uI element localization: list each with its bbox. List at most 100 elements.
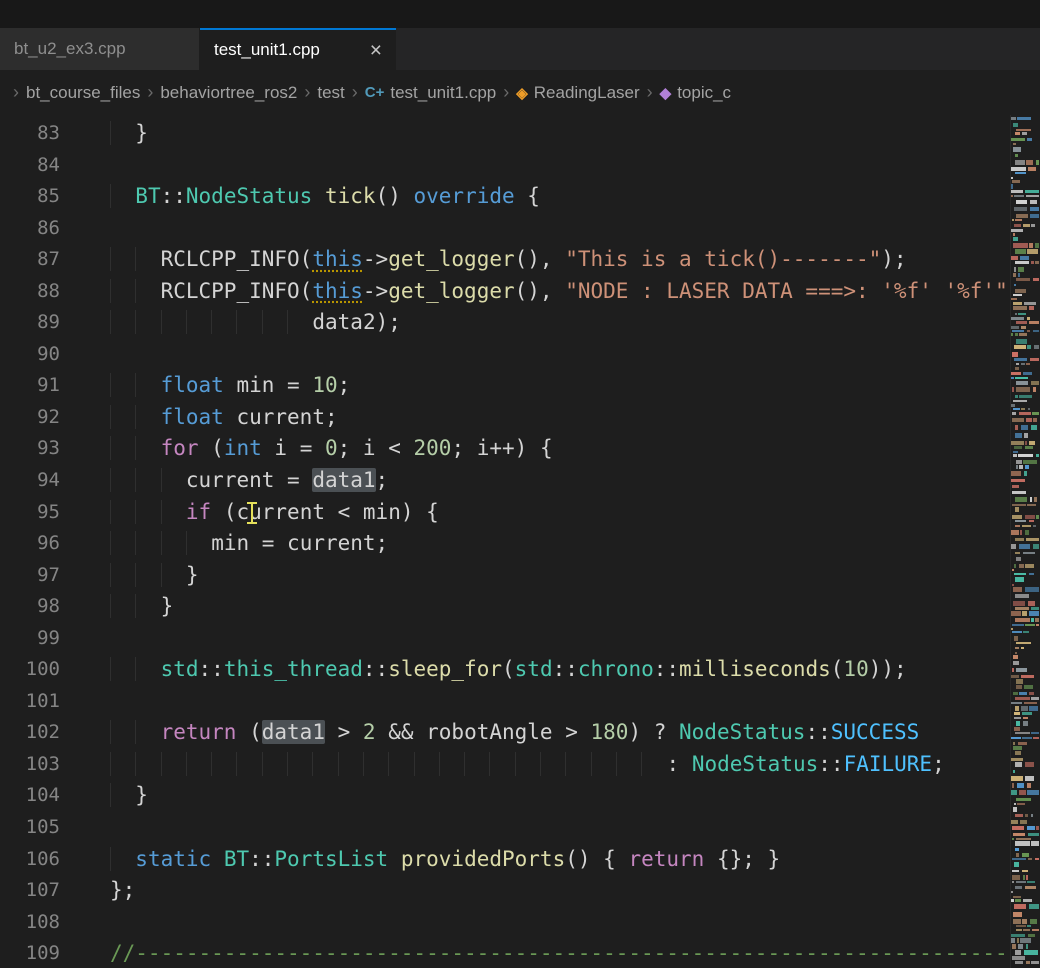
indent-guide [489, 752, 514, 776]
minimap-stripe [1015, 618, 1030, 622]
code-token: -> [363, 279, 388, 303]
minimap-stripe [1025, 886, 1036, 889]
code-line[interactable]: 100 std::this_thread::sleep_for(std::chr… [0, 654, 1040, 686]
code-line[interactable]: 83 } [0, 118, 1040, 150]
code-line-content [110, 686, 1040, 718]
minimap-stripe [1012, 624, 1024, 626]
code-line[interactable]: 93 for (int i = 0; i < 200; i++) { [0, 433, 1040, 465]
minimap-stripe [1031, 961, 1039, 964]
line-number: 92 [0, 402, 60, 434]
indent-guide [211, 310, 236, 334]
code-line[interactable]: 102 return (data1 > 2 && robotAngle > 18… [0, 717, 1040, 749]
code-line-content: if (current < min) { [110, 497, 1040, 529]
minimap-stripe [1015, 899, 1021, 902]
code-line[interactable]: 108 [0, 907, 1040, 939]
minimap-stripe [1013, 147, 1021, 152]
line-number: 89 [0, 307, 60, 339]
breadcrumb-item-topic-c[interactable]: ◆topic_c [660, 83, 731, 103]
minimap-stripe [1022, 919, 1027, 924]
minimap-stripe [1016, 853, 1019, 857]
minimap-stripe [1035, 858, 1039, 860]
code-line[interactable]: 104 } [0, 780, 1040, 812]
code-line[interactable]: 109//-----------------------------------… [0, 938, 1040, 968]
code-line-content: } [110, 780, 1040, 812]
minimap-stripe [1012, 858, 1026, 860]
minimap-stripe [1025, 441, 1027, 445]
tab-bt-u2-ex3[interactable]: bt_u2_ex3.cpp [0, 28, 200, 70]
minimap[interactable] [1010, 115, 1040, 968]
breadcrumb-item-readinglaser[interactable]: ◈ReadingLaser [516, 83, 639, 103]
minimap-stripe [1011, 256, 1018, 260]
code-line[interactable]: 87 RCLCPP_INFO(this->get_logger(), "This… [0, 244, 1040, 276]
minimap-stripe [1013, 306, 1027, 310]
code-line[interactable]: 107}; [0, 875, 1040, 907]
minimap-stripe [1026, 160, 1033, 165]
code-line[interactable]: 90 [0, 339, 1040, 371]
indent-guide [110, 720, 135, 744]
minimap-stripe [1012, 584, 1014, 586]
code-line-content: return (data1 > 2 && robotAngle > 180) ?… [110, 717, 1040, 749]
minimap-stripe [1011, 177, 1013, 179]
close-icon[interactable]: × [370, 40, 382, 61]
indent-guide [414, 752, 439, 776]
editor[interactable]: 83 }8485 BT::NodeStatus tick() override … [0, 115, 1040, 968]
code-line[interactable]: 103 : NodeStatus::FAILURE; [0, 749, 1040, 781]
code-token: NodeStatus [186, 184, 312, 208]
code-line[interactable]: 91 float min = 10; [0, 370, 1040, 402]
code-line[interactable]: 89 data2); [0, 307, 1040, 339]
code-token: return [161, 720, 237, 744]
breadcrumb-item-test-unit1-cpp[interactable]: C+test_unit1.cpp [365, 83, 496, 103]
minimap-stripe [1012, 412, 1016, 415]
minimap-stripe [1026, 961, 1030, 964]
code-line[interactable]: 99 [0, 623, 1040, 655]
line-number: 105 [0, 812, 60, 844]
minimap-stripe [1016, 465, 1018, 469]
minimap-stripe [1011, 702, 1022, 704]
minimap-stripe [1017, 803, 1025, 805]
breadcrumb-item-test[interactable]: test [317, 83, 344, 103]
minimap-stripe [1016, 278, 1030, 281]
breadcrumb-label: topic_c [677, 83, 731, 103]
minimap-stripe [1015, 395, 1018, 398]
code-line[interactable]: 96 min = current; [0, 528, 1040, 560]
minimap-stripe [1029, 441, 1035, 445]
code-line[interactable]: 94 current = data1; [0, 465, 1040, 497]
minimap-stripe [1029, 692, 1034, 695]
minimap-stripe [1015, 497, 1027, 502]
minimap-stripe [1024, 302, 1036, 305]
tab-test-unit1[interactable]: test_unit1.cpp × [200, 28, 396, 70]
code-line[interactable]: 97 } [0, 560, 1040, 592]
line-number: 90 [0, 339, 60, 371]
code-token: :: [199, 657, 224, 681]
minimap-stripe [1015, 950, 1021, 955]
minimap-stripe [1015, 377, 1028, 379]
code-line[interactable]: 101 [0, 686, 1040, 718]
indent-guide [110, 184, 135, 208]
breadcrumb-item-bt-course-files[interactable]: bt_course_files [26, 83, 140, 103]
code-line[interactable]: 95 if (current < min) { [0, 497, 1040, 529]
code-token: current = [186, 468, 312, 492]
minimap-stripe [1033, 278, 1039, 281]
code-line[interactable]: 106 static BT::PortsList providedPorts()… [0, 844, 1040, 876]
minimap-stripe [1016, 721, 1020, 726]
code-token: this_thread [224, 657, 363, 681]
code-line[interactable]: 88 RCLCPP_INFO(this->get_logger(), "NODE… [0, 276, 1040, 308]
code-line[interactable]: 105 [0, 812, 1040, 844]
code-line[interactable]: 84 [0, 150, 1040, 182]
code-line[interactable]: 86 [0, 213, 1040, 245]
minimap-stripe [1012, 569, 1014, 571]
minimap-stripe [1014, 803, 1016, 805]
breadcrumb-item-behaviortree-ros2[interactable]: behaviortree_ros2 [160, 83, 297, 103]
code-line[interactable]: 92 float current; [0, 402, 1040, 434]
code-token: 200 [414, 436, 452, 460]
symbol-class-icon: ◈ [516, 84, 528, 102]
code-line-content [110, 150, 1040, 182]
code-line-content [110, 623, 1040, 655]
minimap-stripe [1031, 618, 1034, 622]
code-line[interactable]: 85 BT::NodeStatus tick() override { [0, 181, 1040, 213]
minimap-stripe [1013, 243, 1028, 248]
code-line[interactable]: 98 } [0, 591, 1040, 623]
minimap-stripe [1013, 233, 1015, 236]
minimap-stripe [1029, 611, 1039, 616]
minimap-stripe [1024, 471, 1027, 476]
